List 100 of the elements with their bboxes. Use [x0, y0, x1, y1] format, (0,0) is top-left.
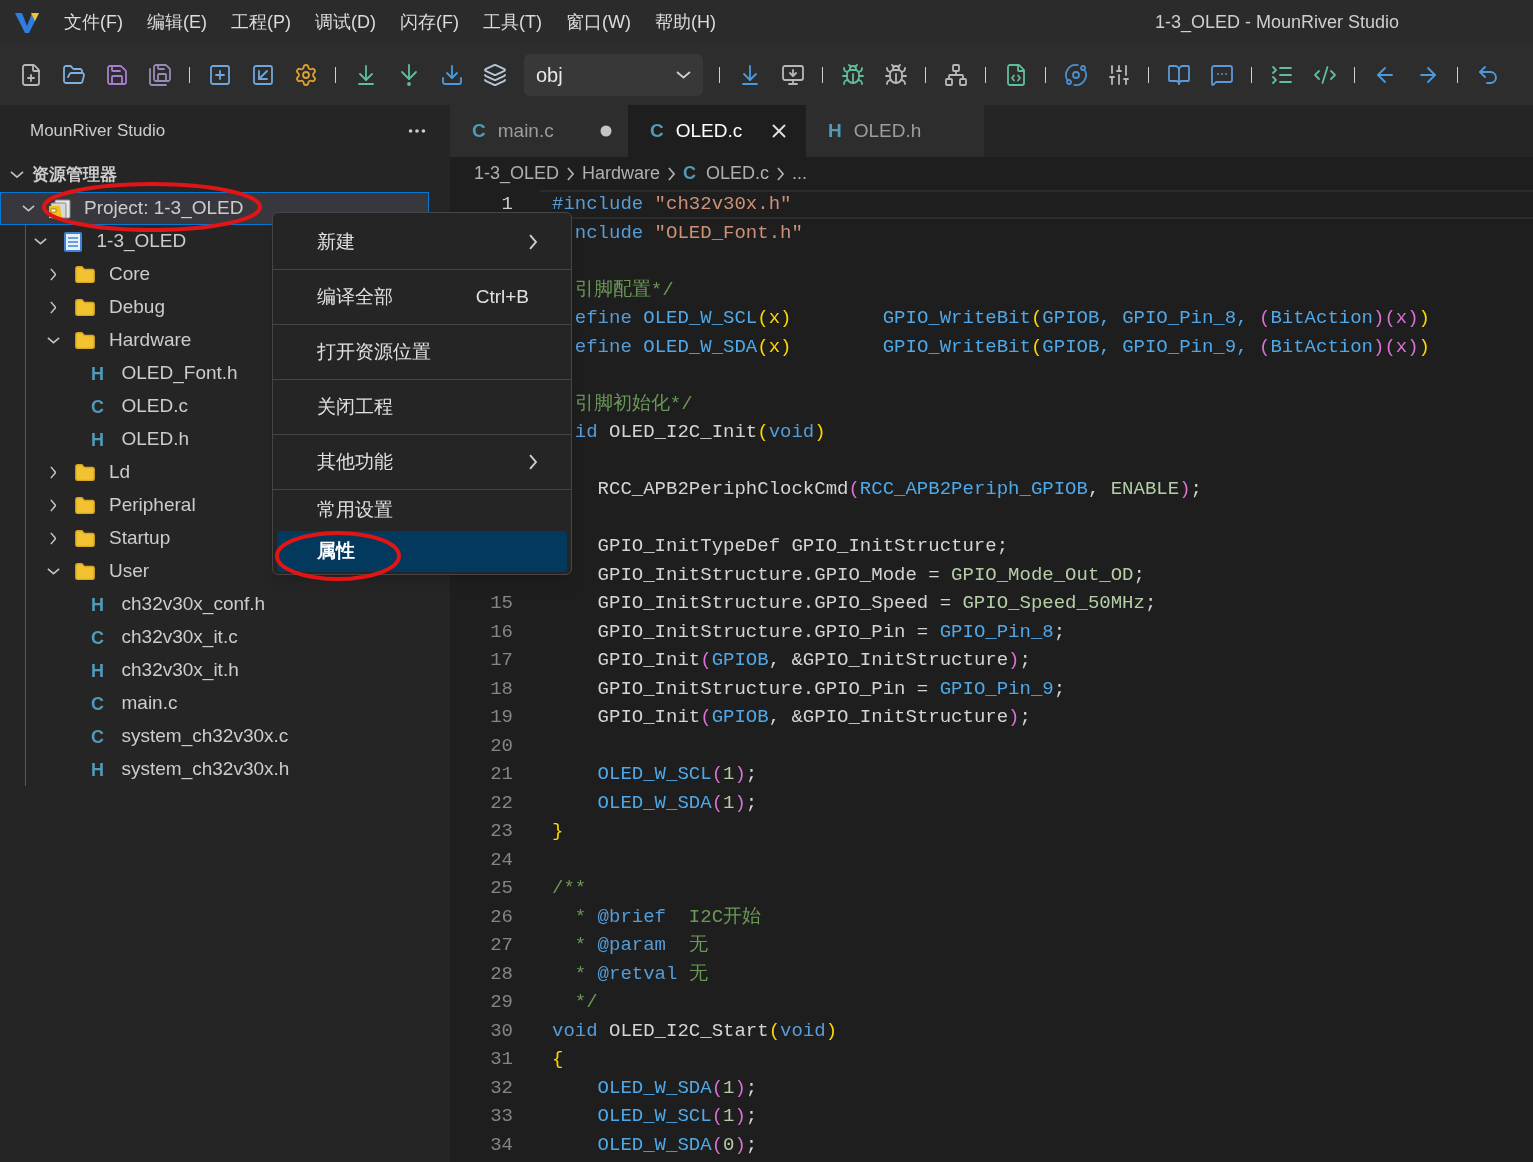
menu-item[interactable]: 关闭工程: [277, 380, 567, 434]
code-line: {: [551, 1047, 565, 1072]
folder-open-icon[interactable]: [61, 63, 86, 87]
code-line: GPIO_Init(GPIOB, &GPIO_InitStructure);: [596, 648, 1032, 673]
code-line: 引脚配置*/: [573, 277, 675, 303]
chevron-down-icon: [21, 205, 35, 212]
code-line: }: [551, 819, 565, 844]
submenu-chevron-icon: [529, 454, 537, 470]
folder-icon: [74, 329, 96, 352]
chevron-down-icon: [46, 337, 60, 344]
chevron-down-icon: [46, 568, 60, 575]
editor-tab[interactable]: H OLED.h: [806, 105, 984, 157]
breadcrumb-item[interactable]: 1-3_OLED: [474, 160, 560, 187]
bug-icon[interactable]: [840, 63, 865, 87]
line-number: 23: [490, 820, 513, 842]
section-header[interactable]: 资源管理器: [0, 157, 450, 192]
editor-tab[interactable]: C main.c: [450, 105, 628, 157]
code-line: GPIO_InitStructure.GPIO_Pin = GPIO_Pin_8;: [596, 619, 1067, 645]
menu-bar-item[interactable]: 调试(D): [315, 9, 376, 36]
line-number: 21: [490, 763, 513, 785]
tree-item[interactable]: H system_ch32v30x.h: [0, 753, 429, 786]
code-line: nclude "OLED_Font.h": [573, 220, 804, 246]
chevron-right-icon: [49, 466, 57, 479]
chevron-right-icon: [777, 166, 785, 181]
code-line: GPIO_InitStructure.GPIO_Pin = GPIO_Pin_9;: [596, 676, 1067, 702]
code-line: id OLED_I2C_Init(void): [573, 420, 827, 445]
line-number: 26: [490, 905, 513, 928]
code-line: GPIO_InitStructure.GPIO_Mode = GPIO_Mode_Out_OD;: [596, 562, 1146, 588]
window-title: 1-3_OLED - MounRiver Studio: [1154, 11, 1399, 35]
menu-item[interactable]: 编译全部 Ctrl+B: [277, 270, 567, 324]
tree-item[interactable]: C ch32v30x_it.c: [0, 621, 429, 654]
code-line: efine OLED_W_SDA(x) GPIO_WriteBit(GPIOB, GPIO_Pin_9, (BitAction)(x)): [573, 334, 1431, 360]
download-icon[interactable]: [439, 63, 464, 87]
line-number: 19: [490, 706, 513, 728]
configuration-dropdown[interactable]: obj: [524, 54, 703, 96]
folder-icon: [74, 296, 96, 319]
code-line: /**: [551, 876, 588, 901]
editor-tab[interactable]: C OLED.c: [628, 105, 806, 157]
line-number: 29: [490, 991, 513, 1013]
chevron-right-icon: [49, 301, 57, 314]
code-icon[interactable]: [1312, 63, 1337, 87]
code-line: OLED_W_SCL(1);: [596, 762, 759, 787]
line-number: 28: [490, 962, 513, 985]
chevron-down-icon: [676, 71, 691, 79]
line-number: 18: [490, 677, 513, 700]
menu-bar-item[interactable]: 工具(T): [482, 9, 542, 36]
file-type-icon: H: [91, 364, 104, 383]
unsaved-dot-icon[interactable]: [600, 125, 612, 137]
tree-item[interactable]: C system_ch32v30x.c: [0, 720, 429, 753]
chevron-right-icon: [668, 166, 676, 181]
save-icon[interactable]: [104, 63, 129, 87]
monitor-download-icon[interactable]: [780, 63, 805, 87]
file-type-icon: H: [91, 430, 104, 449]
settings-icon[interactable]: [293, 63, 318, 87]
network-icon[interactable]: [943, 63, 968, 87]
tree-item[interactable]: H ch32v30x_conf.h: [0, 588, 429, 621]
breadcrumb-item[interactable]: Hardware: [582, 160, 661, 187]
code-line: GPIO_InitTypeDef GPIO_InitStructure;: [596, 534, 1010, 559]
code-line: #include "ch32v30x.h": [540, 190, 1533, 219]
menu-bar-item[interactable]: 文件(F): [64, 9, 123, 36]
tree-item[interactable]: C main.c: [0, 687, 429, 720]
line-number: 22: [490, 791, 513, 814]
menu-bar-item[interactable]: 编辑(E): [147, 9, 207, 36]
code-line: void OLED_I2C_Start(void): [551, 1018, 839, 1044]
menu-bar-item[interactable]: 窗口(W): [565, 9, 631, 36]
menu-item[interactable]: 常用设置: [277, 490, 567, 531]
line-number: 34: [490, 1133, 513, 1156]
square-plus-icon[interactable]: [207, 63, 232, 87]
sliders-icon[interactable]: [1106, 63, 1131, 87]
breadcrumb-item[interactable]: ...: [792, 160, 808, 187]
menu-bar-item[interactable]: 闪存(F): [400, 9, 459, 36]
line-number: 20: [490, 734, 513, 757]
chevron-down-icon: [10, 171, 24, 178]
code-line: OLED_W_SDA(1);: [596, 1075, 759, 1101]
tree-item[interactable]: H ch32v30x_it.h: [0, 654, 429, 687]
line-number: 30: [490, 1019, 513, 1042]
code-line: * @brief I2C开始: [573, 904, 763, 930]
menu-item[interactable]: 其他功能: [277, 435, 567, 489]
code-line: GPIO_InitStructure.GPIO_Speed = GPIO_Speed_50MHz;: [596, 591, 1158, 616]
line-number: 15: [490, 592, 513, 614]
file-type-icon: C: [91, 694, 104, 713]
folder-icon: [74, 263, 96, 286]
save-all-icon[interactable]: [147, 63, 172, 87]
line-number: 1: [501, 193, 513, 215]
list-icon[interactable]: [1269, 63, 1294, 87]
app-logo-icon: [14, 10, 40, 35]
menu-bar-item[interactable]: 帮助(H): [654, 9, 716, 36]
code-line: OLED_W_SCL(1);: [596, 1104, 759, 1129]
submenu-chevron-icon: [529, 234, 537, 250]
layers-icon[interactable]: [482, 63, 507, 87]
menu-item[interactable]: 打开资源位置: [277, 325, 567, 379]
menu-bar-item[interactable]: 工程(P): [231, 9, 291, 36]
book-icon[interactable]: [1166, 63, 1191, 87]
menu-item[interactable]: 属性: [277, 531, 567, 572]
file-type-icon: H: [91, 760, 104, 779]
bug-icon[interactable]: [883, 63, 908, 87]
chat-icon[interactable]: [1209, 63, 1234, 87]
breadcrumb-item[interactable]: C OLED.c: [683, 160, 770, 187]
sidebar-title: MounRiver Studio: [30, 120, 166, 143]
orbit-icon[interactable]: [1063, 63, 1088, 87]
